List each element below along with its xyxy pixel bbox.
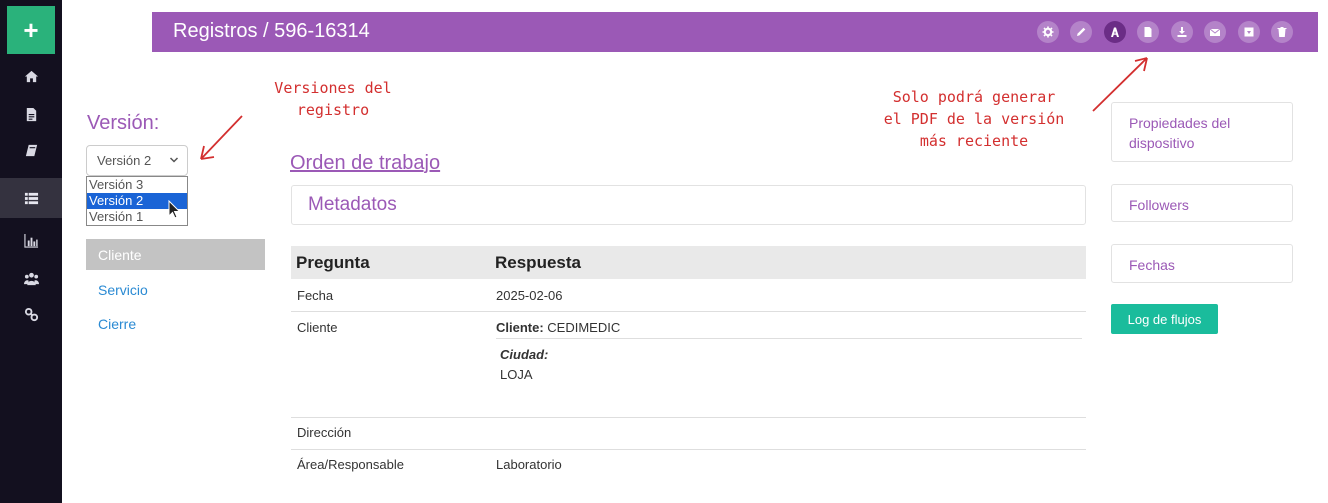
pdf-icon[interactable] [1104, 21, 1126, 43]
section-item-cierre[interactable]: Cierre [86, 308, 265, 339]
answer-cell: Laboratorio [496, 457, 562, 472]
followers-panel[interactable]: Followers [1111, 184, 1293, 222]
bar-chart-icon[interactable] [7, 224, 55, 256]
add-button[interactable]: + [7, 6, 55, 54]
mouse-cursor-icon [168, 200, 181, 219]
home-icon[interactable] [7, 60, 55, 92]
device-properties-panel[interactable]: Propiedades del dispositivo [1111, 102, 1293, 162]
row-divider [291, 449, 1086, 450]
answer-cell: 2025-02-06 [496, 288, 563, 303]
list-icon[interactable] [0, 178, 62, 218]
column-header-answer: Respuesta [495, 253, 581, 272]
column-header-question: Pregunta [296, 253, 370, 272]
breadcrumb[interactable]: Registros / 596-16314 [173, 20, 370, 43]
envelope-icon[interactable] [1204, 21, 1226, 43]
question-cell: Dirección [297, 425, 352, 440]
answer-field-value: CEDIMEDIC [547, 320, 621, 335]
metadata-title: Metadatos [308, 194, 397, 215]
answer-field-label: Ciudad: [500, 347, 549, 362]
top-bar: Registros / 596-16314 [152, 12, 1318, 52]
dates-panel[interactable]: Fechas [1111, 244, 1293, 283]
question-cell: Fecha [297, 288, 334, 303]
version-label: Versión: [87, 112, 160, 134]
pencil-icon[interactable] [1070, 21, 1092, 43]
subrow-divider [496, 338, 1082, 339]
section-item-cliente[interactable]: Cliente [86, 239, 265, 270]
gear-icon[interactable] [1037, 21, 1059, 43]
document-icon[interactable] [1137, 21, 1159, 43]
trash-icon[interactable] [1271, 21, 1293, 43]
users-icon[interactable] [7, 262, 55, 294]
link-icon[interactable] [7, 298, 55, 330]
left-sidebar: + [0, 0, 62, 503]
book-icon[interactable] [7, 134, 55, 166]
question-cell: Cliente [297, 320, 338, 335]
annotation-arrow [200, 115, 243, 160]
answer-field-value: LOJA [500, 367, 533, 382]
version-select[interactable]: Versión 2 [86, 145, 188, 176]
answer-cell: Cliente: CEDIMEDIC [496, 320, 620, 335]
row-divider [291, 417, 1086, 418]
version-select-value: Versión 2 [97, 153, 152, 168]
archive-icon[interactable] [1238, 21, 1260, 43]
question-cell: Área/Responsable [297, 457, 404, 472]
chevron-down-icon [169, 157, 179, 163]
metadata-panel[interactable]: Metadatos [291, 185, 1086, 225]
section-item-servicio[interactable]: Servicio [86, 274, 265, 305]
download-icon[interactable] [1171, 21, 1193, 43]
annotation-pdf: Solo podrá generar el PDF de la versión … [883, 88, 1065, 150]
answer-field-label: Cliente: [496, 320, 544, 335]
annotation-versions: Versiones del registro [274, 79, 392, 119]
form-title-link[interactable]: Orden de trabajo [290, 152, 440, 175]
table-header: Pregunta Respuesta [291, 246, 1086, 279]
row-divider [291, 311, 1086, 312]
version-option[interactable]: Versión 3 [87, 177, 187, 193]
file-icon[interactable] [7, 98, 55, 130]
flow-log-button[interactable]: Log de flujos [1111, 304, 1218, 334]
